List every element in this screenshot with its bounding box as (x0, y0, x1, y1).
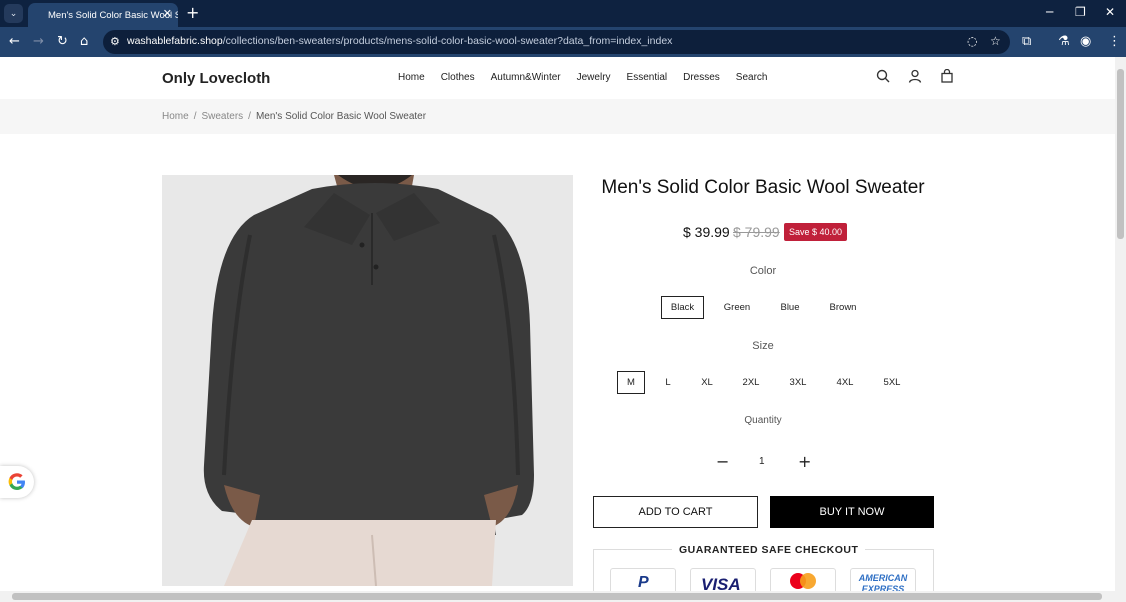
size-option-xl[interactable]: XL (693, 371, 721, 394)
nav-dresses[interactable]: Dresses (683, 72, 720, 83)
url-text[interactable]: washablefabric.shop/collections/ben-swea… (127, 35, 672, 47)
breadcrumb-bar: Home / Sweaters / Men's Solid Color Basic Wo… (0, 99, 1115, 134)
buy-now-button[interactable]: BUY IT NOW (770, 496, 934, 528)
nav-search[interactable]: Search (736, 72, 768, 83)
color-option-brown[interactable]: Brown (823, 296, 863, 319)
account-icon[interactable] (908, 69, 922, 87)
menu-icon[interactable]: ⋮ (1108, 34, 1121, 49)
size-option-4xl[interactable]: 4XL (829, 371, 861, 394)
tab-title: Men's Solid Color Basic Wool S (48, 9, 178, 21)
horizontal-scroll-thumb[interactable] (12, 593, 1102, 600)
size-option-3xl[interactable]: 3XL (782, 371, 814, 394)
tab-close-icon[interactable]: ✕ (163, 7, 172, 20)
color-option-black[interactable]: Black (661, 296, 704, 319)
nav-autumn-winter[interactable]: Autumn&Winter (491, 72, 561, 83)
extensions-icon[interactable]: ⧉ (1022, 34, 1031, 49)
main-nav: Home Clothes Autumn&Winter Jewelry Essen… (398, 72, 783, 83)
search-icon[interactable] (876, 69, 890, 87)
google-icon (8, 473, 25, 490)
product-price: $ 39.99 (683, 224, 730, 240)
color-option-blue[interactable]: Blue (772, 296, 808, 319)
browser-toolbar: ← → ↻ ⌂ ⚙ washablefabric.shop/collection… (0, 27, 1126, 57)
horizontal-scrollbar[interactable] (0, 591, 1115, 602)
size-option-m[interactable]: M (617, 371, 645, 394)
quantity-increase-icon[interactable]: + (798, 452, 811, 471)
home-icon[interactable]: ⌂ (80, 34, 88, 49)
size-option-l[interactable]: L (657, 371, 679, 394)
restore-icon[interactable]: ❐ (1075, 5, 1086, 19)
google-badge[interactable] (0, 466, 34, 498)
nav-essential[interactable]: Essential (627, 72, 668, 83)
safe-checkout-title: GUARANTEED SAFE CHECKOUT (672, 544, 866, 556)
svg-text:AMERICAN: AMERICAN (858, 573, 908, 583)
address-bar[interactable]: ⚙ washablefabric.shop/collections/ben-sw… (103, 30, 1010, 54)
close-window-icon[interactable]: ✕ (1105, 5, 1115, 19)
vertical-scroll-thumb[interactable] (1117, 69, 1124, 239)
nav-home[interactable]: Home (398, 72, 425, 83)
quantity-label: Quantity (744, 415, 782, 426)
forward-icon[interactable]: → (33, 34, 44, 49)
minimize-icon[interactable]: ─ (1046, 5, 1053, 19)
breadcrumb-separator: / (248, 111, 251, 122)
breadcrumb: Home / Sweaters / Men's Solid Color Basic Wo… (162, 111, 426, 122)
bookmark-star-icon[interactable]: ☆ (990, 34, 1001, 48)
nav-clothes[interactable]: Clothes (441, 72, 475, 83)
breadcrumb-separator: / (193, 111, 197, 122)
svg-text:P: P (638, 574, 649, 591)
size-option-5xl[interactable]: 5XL (876, 371, 908, 394)
add-to-cart-button[interactable]: ADD TO CART (593, 496, 758, 528)
site-logo[interactable]: Only Lovecloth (162, 70, 270, 87)
url-host: washablefabric.shop (127, 35, 223, 47)
browser-tab-active[interactable]: Men's Solid Color Basic Wool S ✕ (28, 3, 178, 27)
product-old-price: $ 79.99 (733, 224, 780, 240)
size-label: Size (752, 340, 774, 352)
save-badge: Save $ 40.00 (784, 223, 848, 241)
breadcrumb-current: Men's Solid Color Basic Wool Sweater (255, 111, 427, 122)
product-image[interactable] (162, 175, 573, 586)
labs-icon[interactable]: ⚗ (1058, 34, 1070, 49)
reload-icon[interactable]: ↻ (57, 34, 68, 49)
browser-tab-bar: ⌄ Men's Solid Color Basic Wool S ✕ + ─ ❐… (0, 0, 1126, 27)
tab-list-button[interactable]: ⌄ (4, 4, 23, 23)
site-header: Only Lovecloth Home Clothes Autumn&Winte… (0, 57, 1115, 99)
breadcrumb-home[interactable]: Home (162, 111, 189, 122)
eye-off-icon[interactable]: ◌ (967, 34, 977, 48)
vertical-scrollbar[interactable] (1115, 57, 1126, 602)
color-label: Color (749, 265, 777, 277)
nav-jewelry[interactable]: Jewelry (577, 72, 611, 83)
url-path: /collections/ben-sweaters/products/mens-… (222, 35, 673, 47)
quantity-value[interactable]: 1 (759, 456, 765, 467)
product-title: Men's Solid Color Basic Wool Sweater (601, 177, 925, 198)
site-info-icon[interactable]: ⚙ (110, 35, 120, 48)
size-option-2xl[interactable]: 2XL (735, 371, 767, 394)
back-icon[interactable]: ← (9, 34, 20, 49)
cart-icon[interactable] (940, 68, 954, 87)
color-option-green[interactable]: Green (717, 296, 757, 319)
profile-icon[interactable]: ◉ (1080, 34, 1091, 49)
breadcrumb-sweaters[interactable]: Sweaters (201, 111, 243, 122)
new-tab-icon[interactable]: + (186, 3, 199, 22)
quantity-decrease-icon[interactable]: − (716, 452, 729, 471)
